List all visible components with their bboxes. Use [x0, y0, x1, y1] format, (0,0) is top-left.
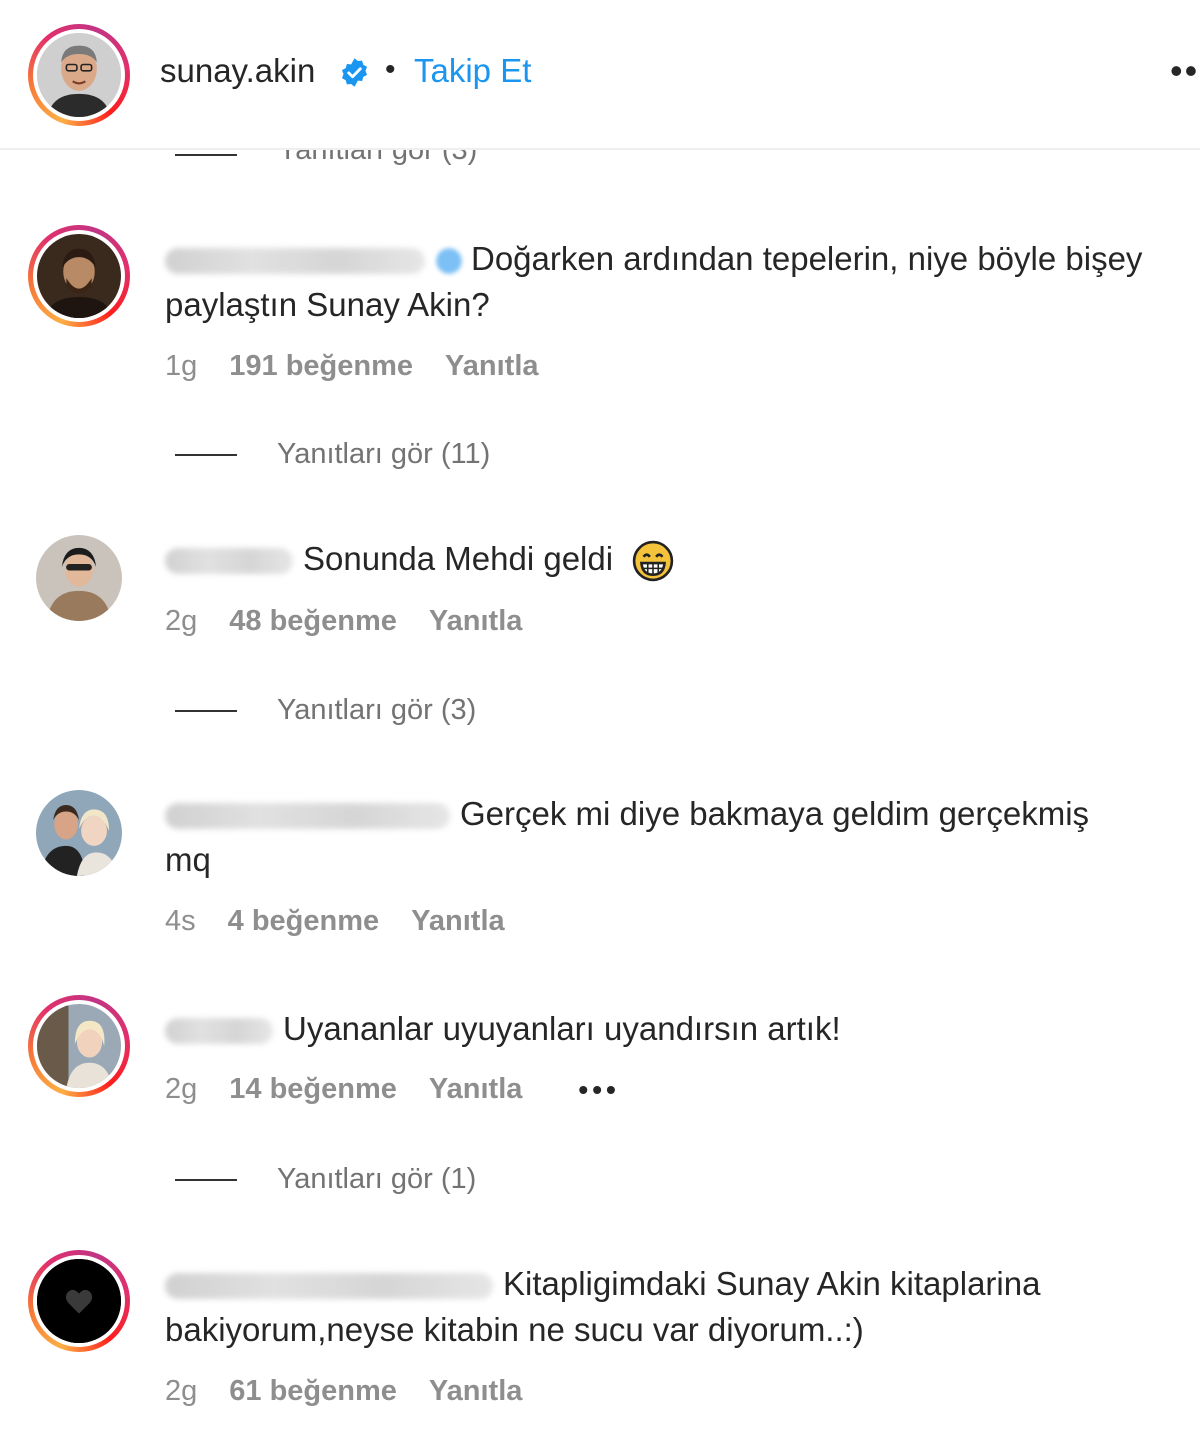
comment-meta: 4s 4 beğenme Yanıtla [165, 905, 505, 938]
commenter-username-blurred[interactable] [165, 248, 425, 275]
comment-likes[interactable]: 4 beğenme [228, 905, 380, 938]
comment-meta: 2g 14 beğenme Yanıtla ••• [165, 1073, 620, 1106]
commenter-username-blurred[interactable] [165, 1018, 273, 1045]
comment-time: 1g [165, 350, 198, 382]
comment-meta: 2g 48 beğenme Yanıtla [165, 605, 522, 638]
comment-body: Uyananlar uyuyanları uyandırsın artık! [165, 1006, 1155, 1052]
commenter-avatar[interactable] [28, 225, 130, 327]
comment-body: Sonunda Mehdi geldi [165, 536, 1155, 582]
comment-text-line1: Gerçek mi diye bakmaya geldim gerçekmiş [460, 795, 1090, 832]
commenter-username-blurred[interactable] [165, 548, 293, 575]
grinning-emoji-icon [633, 541, 674, 582]
more-options-icon[interactable]: •• [1170, 50, 1199, 92]
replies-divider [175, 1178, 237, 1181]
view-replies-button[interactable]: Yanıtları gör (3) [175, 694, 476, 727]
commenter-username-blurred[interactable] [165, 803, 450, 830]
commenter-username-blurred[interactable] [165, 1273, 493, 1300]
heart-icon [37, 1259, 121, 1343]
commenter-avatar[interactable] [28, 995, 130, 1097]
view-replies-button[interactable]: Yanıtları gör (11) [175, 438, 490, 471]
replies-divider [175, 709, 237, 712]
verified-badge-icon [341, 58, 368, 87]
comment-body: Doğarken ardından tepelerin, niye böyle … [165, 236, 1155, 328]
person-photo-icon [37, 1004, 121, 1088]
comment-text-line1: Kitapligimdaki Sunay Akin kitaplarina [503, 1265, 1041, 1302]
comment-meta: 1g 191 beğenme Yanıtla [165, 350, 539, 383]
view-replies-button[interactable]: Yanıtları gör (1) [175, 1163, 476, 1196]
replies-divider [175, 154, 237, 156]
comment-text: Uyananlar uyuyanları uyandırsın artık! [283, 1010, 841, 1047]
post-header: sunay.akin • Takip Et •• [0, 0, 1200, 150]
person-photo-icon [36, 535, 122, 621]
commenter-avatar[interactable] [36, 790, 122, 876]
comment-body: Gerçek mi diye bakmaya geldim gerçekmiş … [165, 791, 1155, 883]
comment-likes[interactable]: 61 beğenme [229, 1375, 397, 1408]
follow-button[interactable]: Takip Et [414, 52, 531, 90]
view-replies-partial[interactable]: Yanıtları gör (3) [0, 150, 1200, 176]
comment-time: 2g [165, 1375, 198, 1407]
comment-text-line2: mq [165, 841, 211, 878]
comment-time: 4s [165, 905, 196, 937]
comment-meta: 2g 61 beğenme Yanıtla [165, 1375, 522, 1408]
comment-time: 2g [165, 1073, 198, 1105]
view-replies-label: Yanıtları gör (3) [278, 150, 478, 166]
comment-likes[interactable]: 14 beğenme [229, 1073, 397, 1106]
reply-button[interactable]: Yanıtla [445, 350, 539, 383]
reply-button[interactable]: Yanıtla [411, 905, 505, 938]
comment-likes[interactable]: 191 beğenme [229, 350, 413, 383]
person-photo-icon [37, 234, 121, 318]
view-replies-label: Yanıtları gör (11) [277, 438, 491, 470]
person-photo-icon [36, 790, 122, 876]
replies-divider [175, 453, 237, 456]
profile-avatar[interactable] [28, 24, 130, 126]
comment-likes[interactable]: 48 beğenme [229, 605, 397, 638]
reply-button[interactable]: Yanıtla [429, 605, 523, 638]
view-replies-label: Yanıtları gör (3) [277, 694, 477, 726]
comment-more-options-icon[interactable]: ••• [578, 1074, 619, 1106]
comment-text: Sonunda Mehdi geldi [303, 540, 614, 577]
comment-text-line2: bakiyorum,neyse kitabin ne sucu var diyo… [165, 1311, 864, 1348]
comment-time: 2g [165, 605, 198, 637]
separator-dot: • [385, 53, 396, 86]
person-photo-icon [37, 33, 121, 117]
comment-body: Kitapligimdaki Sunay Akin kitaplarina ba… [165, 1261, 1155, 1353]
view-replies-label: Yanıtları gör (1) [277, 1163, 477, 1195]
commenter-avatar[interactable] [36, 535, 122, 621]
reply-button[interactable]: Yanıtla [429, 1073, 523, 1106]
reply-button[interactable]: Yanıtla [429, 1375, 523, 1408]
profile-username[interactable]: sunay.akin [160, 52, 315, 90]
commenter-avatar[interactable] [28, 1250, 130, 1352]
verified-badge-icon [436, 248, 462, 275]
